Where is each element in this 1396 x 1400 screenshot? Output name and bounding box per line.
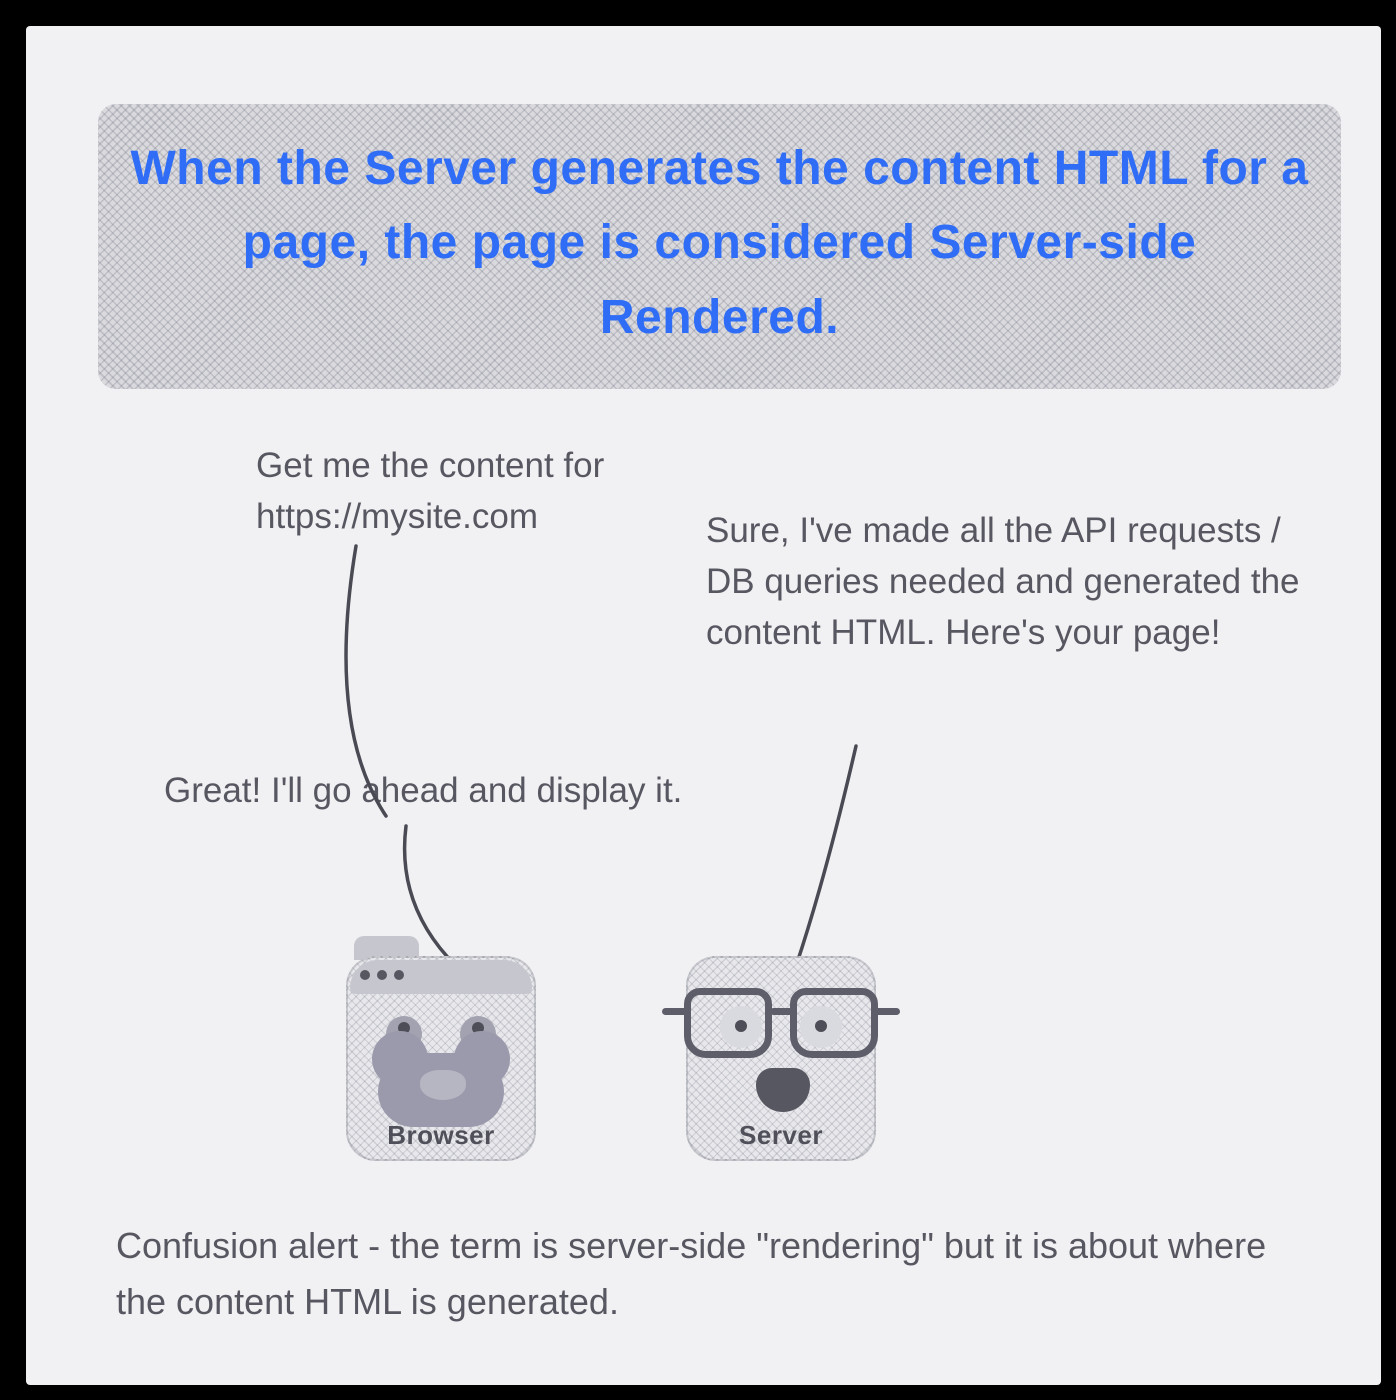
browser-label: Browser [348,1120,534,1151]
page-frame: When the Server generates the content HT… [0,0,1396,1400]
diagram-card: When the Server generates the content HT… [26,26,1381,1385]
heading-highlight: When the Server generates the content HT… [98,104,1341,389]
diagram-heading: When the Server generates the content HT… [128,132,1311,355]
server-response-text: Sure, I've made all the API requests / D… [706,506,1326,658]
browser-character-icon: Browser [346,956,536,1161]
browser-ack-text: Great! I'll go ahead and display it. [164,766,794,817]
confusion-alert-footnote: Confusion alert - the term is server-sid… [116,1218,1311,1330]
server-character-icon: Server [686,956,876,1161]
server-label: Server [688,1120,874,1151]
browser-request-text: Get me the content for https://mysite.co… [256,441,736,543]
